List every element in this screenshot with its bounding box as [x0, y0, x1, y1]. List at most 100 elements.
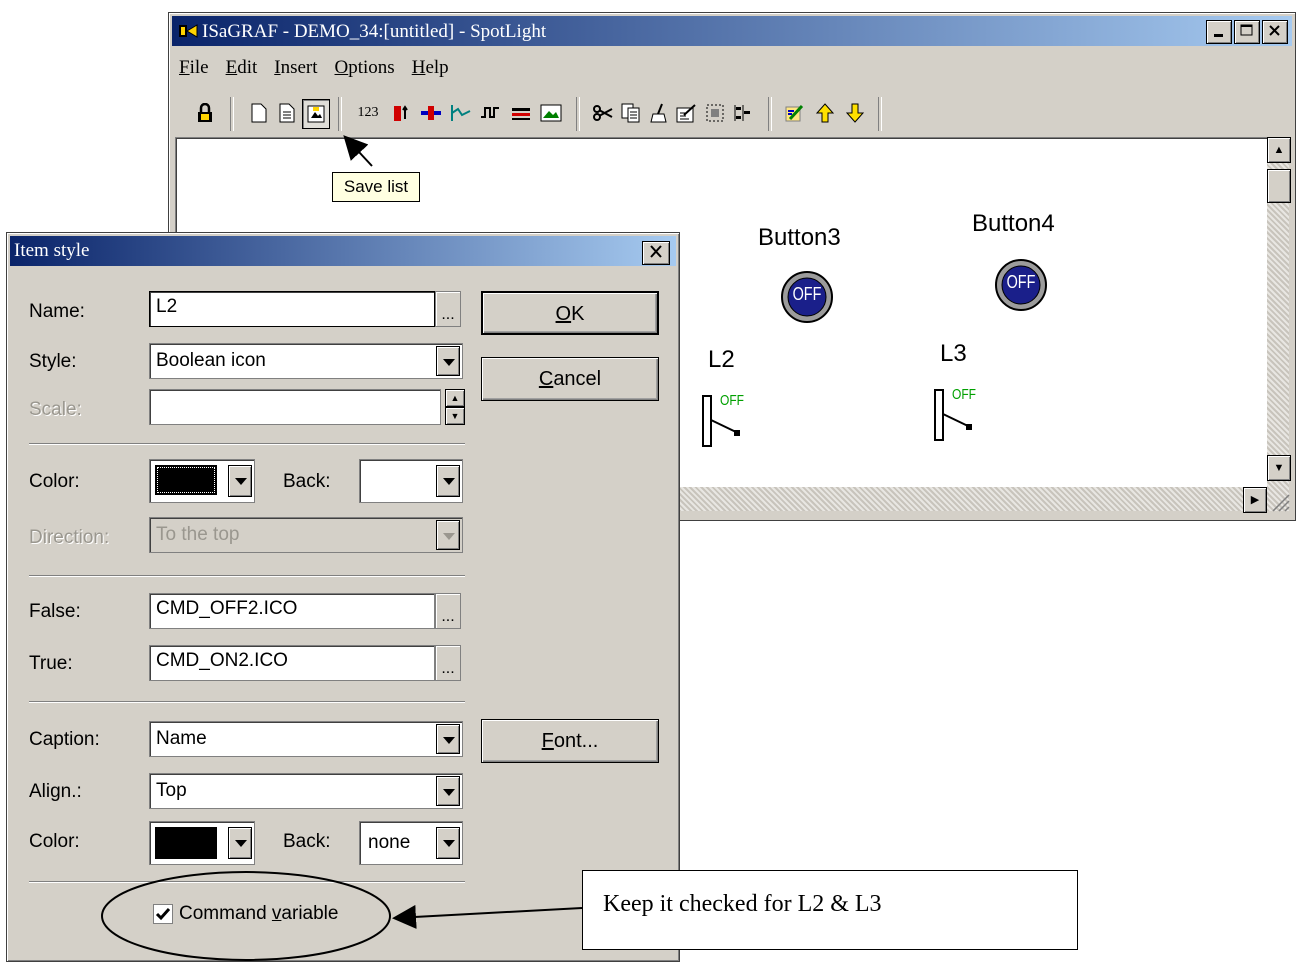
- scale-label: Scale:: [29, 399, 82, 420]
- window-title: ISaGRAF - DEMO_34:[untitled] - SpotLight: [202, 21, 547, 42]
- properties-icon: [676, 104, 696, 123]
- minimize-button[interactable]: [1206, 20, 1232, 44]
- caption-select[interactable]: Name: [149, 721, 463, 757]
- move-down-button[interactable]: [842, 99, 868, 127]
- slider-button[interactable]: [418, 99, 444, 127]
- dialog-close-button[interactable]: [642, 241, 670, 265]
- picture-icon: [540, 104, 562, 122]
- cancel-button[interactable]: Cancel: [481, 357, 659, 401]
- true-icon-field[interactable]: CMD_ON2.ICO: [149, 645, 435, 681]
- scroll-thumb[interactable]: [1267, 169, 1291, 203]
- color-picker[interactable]: [149, 459, 255, 503]
- dialog-title: Item style: [14, 240, 90, 261]
- list-button[interactable]: [508, 99, 534, 127]
- l2-caption: L2: [708, 346, 735, 373]
- separator: [29, 701, 465, 703]
- name-browse-button[interactable]: ...: [435, 291, 461, 327]
- scale-field[interactable]: [149, 389, 441, 425]
- button3-widget[interactable]: OFF: [780, 270, 834, 329]
- menu-help[interactable]: Help: [412, 57, 449, 81]
- button4-widget[interactable]: OFF: [994, 258, 1048, 317]
- menu-edit[interactable]: Edit: [226, 57, 258, 81]
- spin-up-icon[interactable]: ▲: [445, 389, 465, 407]
- clear-button[interactable]: [646, 99, 672, 127]
- size-grip-icon[interactable]: [1269, 491, 1291, 513]
- direction-label: Direction:: [29, 527, 110, 548]
- select-all-button[interactable]: [702, 99, 728, 127]
- menu-file[interactable]: File: [179, 57, 209, 81]
- spotlight-app-icon: [179, 24, 198, 38]
- edit-variable-button[interactable]: [782, 99, 808, 127]
- bargraph-button[interactable]: [388, 99, 414, 127]
- dialog-titlebar[interactable]: Item style: [10, 236, 676, 266]
- spotlight-titlebar[interactable]: ISaGRAF - DEMO_34:[untitled] - SpotLight: [172, 16, 1292, 46]
- picture-button[interactable]: [538, 99, 564, 127]
- open-file-icon: [279, 103, 295, 123]
- true-label: True:: [29, 653, 73, 674]
- cut-button[interactable]: [590, 99, 616, 127]
- dropdown-arrow-icon[interactable]: [436, 724, 460, 754]
- name-field[interactable]: L2: [149, 291, 435, 327]
- scale-spinner[interactable]: ▲ ▼: [445, 389, 465, 425]
- minimize-icon: [1214, 34, 1223, 37]
- pulse-button[interactable]: [478, 99, 504, 127]
- copy-button[interactable]: [618, 99, 644, 127]
- color-label: Color:: [29, 471, 80, 492]
- broom-icon: [650, 103, 667, 123]
- dropdown-arrow-icon[interactable]: [228, 465, 252, 497]
- menu-insert[interactable]: Insert: [274, 57, 317, 81]
- align-button[interactable]: [730, 99, 756, 127]
- save-list-button[interactable]: [302, 99, 330, 129]
- caption-color-swatch: [155, 827, 217, 859]
- caption-label: Caption:: [29, 729, 100, 750]
- scroll-up-button[interactable]: ▲: [1267, 137, 1291, 163]
- close-window-button[interactable]: [1262, 20, 1288, 44]
- false-browse-button[interactable]: ...: [435, 593, 461, 629]
- scroll-right-button[interactable]: ▶: [1243, 487, 1267, 513]
- close-icon: [650, 245, 662, 258]
- dropdown-arrow-icon[interactable]: [436, 520, 460, 550]
- checkbox-checked-icon: [153, 904, 173, 924]
- dropdown-arrow-icon[interactable]: [436, 465, 460, 497]
- vertical-scrollbar[interactable]: ▲ ▼: [1267, 137, 1291, 511]
- maximize-icon: [1240, 24, 1253, 36]
- trend-icon: [451, 105, 471, 121]
- font-button[interactable]: Font...: [481, 719, 659, 763]
- trend-button[interactable]: [448, 99, 474, 127]
- l3-switch-widget[interactable]: OFF: [934, 386, 980, 447]
- align-select[interactable]: Top: [149, 773, 463, 809]
- open-list-button[interactable]: [274, 99, 300, 127]
- ok-button[interactable]: OK: [481, 291, 659, 335]
- properties-button[interactable]: [674, 99, 700, 127]
- menu-options[interactable]: Options: [335, 57, 395, 81]
- numeric-item-button[interactable]: 123: [350, 99, 386, 127]
- caption-back-select[interactable]: none: [359, 821, 463, 865]
- new-list-button[interactable]: [246, 99, 272, 127]
- l2-off-text: OFF: [720, 392, 744, 409]
- separator: [29, 575, 465, 577]
- true-browse-button[interactable]: ...: [435, 645, 461, 681]
- align-grid-icon: [734, 105, 750, 121]
- maximize-button[interactable]: [1234, 20, 1260, 44]
- l2-switch-widget[interactable]: OFF: [702, 392, 748, 453]
- caption-color-picker[interactable]: [149, 821, 255, 865]
- move-up-button[interactable]: [812, 99, 838, 127]
- bargraph-icon: [394, 105, 408, 121]
- spin-down-icon[interactable]: ▼: [445, 407, 465, 425]
- back-color-picker[interactable]: [359, 459, 463, 503]
- dropdown-arrow-icon[interactable]: [228, 827, 252, 859]
- direction-select[interactable]: To the top: [149, 517, 463, 553]
- style-select[interactable]: Boolean icon: [149, 343, 463, 379]
- dropdown-arrow-icon[interactable]: [436, 776, 460, 806]
- arrow-down-icon: [845, 103, 865, 123]
- command-variable-label: Command variable: [179, 903, 339, 924]
- name-label: Name:: [29, 301, 85, 322]
- scroll-down-button[interactable]: ▼: [1267, 455, 1291, 481]
- lock-button[interactable]: [192, 99, 218, 127]
- false-icon-field[interactable]: CMD_OFF2.ICO: [149, 593, 435, 629]
- command-variable-checkbox[interactable]: Command variable: [153, 903, 338, 925]
- dropdown-arrow-icon[interactable]: [436, 827, 460, 859]
- dropdown-arrow-icon[interactable]: [436, 346, 460, 376]
- color-swatch: [155, 465, 217, 495]
- close-icon: [1269, 25, 1280, 36]
